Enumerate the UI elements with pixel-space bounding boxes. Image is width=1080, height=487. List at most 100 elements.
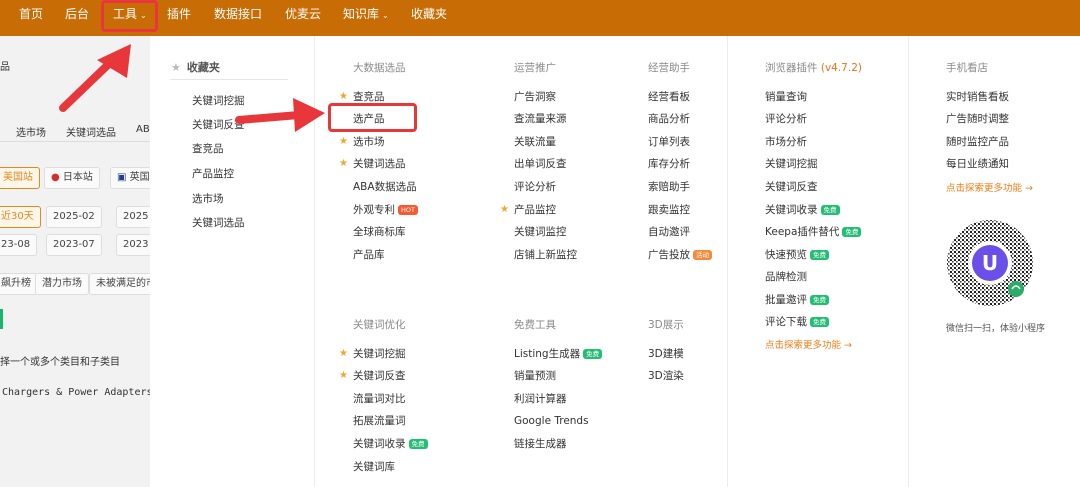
svg-text:U: U	[982, 251, 998, 275]
menu-item-design-patent[interactable]: 外观专利 HOT	[353, 203, 418, 217]
menu-item-keyword-library[interactable]: 关键词库	[353, 460, 395, 474]
menu-item-related-traffic[interactable]: 关联流量	[514, 135, 556, 149]
star-icon: ★	[500, 204, 509, 215]
menu-item-product-analysis[interactable]: 商品分析	[648, 112, 690, 126]
date-chip[interactable]: 2023-07	[46, 234, 102, 256]
menu-item-claim-assistant[interactable]: 索赔助手	[648, 180, 690, 194]
plugin-explore-more-link[interactable]: 点击探索更多功能 →	[765, 337, 852, 351]
favorite-item[interactable]: 产品监控	[192, 167, 234, 181]
favorite-item[interactable]: 关键词选品	[192, 216, 245, 230]
favorite-item[interactable]: 查竞品	[192, 142, 224, 156]
menu-item-listing-generator[interactable]: Listing生成器 免费	[514, 347, 603, 361]
chevron-down-icon: ⌄	[382, 11, 389, 20]
section-title-biz: 经营助手	[648, 62, 690, 74]
star-icon: ★	[339, 158, 348, 169]
plugin-item-keepa-alternative[interactable]: Keepa插件替代 免费	[765, 225, 862, 239]
site-chip[interactable]: 美国站	[0, 167, 40, 189]
menu-item-follow-sell-monitor[interactable]: 跟卖监控	[648, 203, 690, 217]
menu-item-traffic-source[interactable]: 查流量来源	[514, 112, 567, 126]
plugin-item-quick-preview[interactable]: 快速预览 免费	[765, 248, 829, 262]
menu-item-ad-insight[interactable]: 广告洞察	[514, 90, 556, 104]
arrow-icon	[59, 44, 131, 112]
menu-item-keyword-mining[interactable]: ★ 关键词挖掘	[339, 347, 406, 361]
bg-tab[interactable]: 选市场	[16, 124, 46, 139]
arrow-icon	[235, 98, 325, 132]
menu-item-trademark[interactable]: 全球商标库	[353, 225, 406, 239]
menu-item-dashboard[interactable]: 经营看板	[648, 90, 690, 104]
date-chip[interactable]: 近30天	[0, 206, 41, 228]
mobile-item-daily-report[interactable]: 每日业绩通知	[946, 157, 1009, 171]
plugin-item-sales-query[interactable]: 销量查询	[765, 90, 807, 104]
star-icon: ★	[171, 61, 181, 74]
mobile-item-product-monitor[interactable]: 随时监控产品	[946, 135, 1009, 149]
plugin-item-keyword-index[interactable]: 关键词收录 免费	[765, 203, 840, 217]
menu-item-traffic-compare[interactable]: 流量词对比	[353, 392, 406, 406]
favorites-heading: ★ 收藏夹	[171, 61, 220, 74]
plugin-item-market-analysis[interactable]: 市场分析	[765, 135, 807, 149]
menu-item-order-list[interactable]: 订单列表	[648, 135, 690, 149]
nav-youmaiyun[interactable]: 优麦云	[285, 0, 321, 36]
free-badge: 免费	[810, 250, 829, 260]
menu-item-order-keyword[interactable]: 出单词反查	[514, 157, 567, 171]
divider	[908, 36, 909, 487]
filter-chip[interactable]: 潜力市场	[35, 273, 89, 295]
menu-item-keyword-reverse[interactable]: ★ 关键词反查	[339, 369, 406, 383]
menu-item-keyword-select[interactable]: ★ 关键词选品	[339, 157, 406, 171]
menu-item-google-trends[interactable]: Google Trends	[514, 414, 589, 428]
qr-code-icon: U	[947, 220, 1033, 306]
free-badge: 免费	[810, 317, 829, 327]
highlight-box-select-product	[328, 103, 417, 132]
menu-item-product-library[interactable]: 产品库	[353, 248, 385, 262]
favorite-item[interactable]: 选市场	[192, 192, 224, 206]
menu-item-ad-campaign[interactable]: 广告投放 活动	[648, 248, 712, 262]
nav-plugin[interactable]: 插件	[167, 0, 191, 36]
plugin-item-batch-review-request[interactable]: 批量邀评 免费	[765, 293, 829, 307]
menu-item-inventory-analysis[interactable]: 库存分析	[648, 157, 690, 171]
nav-backend[interactable]: 后台	[65, 0, 89, 36]
plugin-item-review-download[interactable]: 评论下载 免费	[765, 315, 829, 329]
menu-item-keyword-monitor[interactable]: 关键词监控	[514, 225, 567, 239]
date-chip[interactable]: 23-08	[0, 234, 38, 256]
menu-item-auto-review-request[interactable]: 自动邀评	[648, 225, 690, 239]
menu-item-link-generator[interactable]: 链接生成器	[514, 437, 567, 451]
menu-item-store-new-monitor[interactable]: 店铺上新监控	[514, 248, 577, 262]
filter-chip[interactable]: 未被满足的市	[89, 273, 150, 295]
nav-knowledge[interactable]: 知识库 ⌄	[343, 0, 389, 36]
bg-tab[interactable]: AB	[136, 124, 150, 135]
plugin-item-keyword-mining[interactable]: 关键词挖掘	[765, 157, 818, 171]
menu-item-competitor[interactable]: ★ 查竞品	[339, 90, 385, 104]
divider	[170, 79, 288, 80]
star-icon: ★	[339, 370, 348, 381]
site-chip[interactable]: ● 日本站	[44, 167, 100, 189]
menu-item-select-market[interactable]: ★ 选市场	[339, 135, 385, 149]
date-chip[interactable]: 2025	[116, 206, 150, 228]
menu-item-keyword-index[interactable]: 关键词收录 免费	[353, 437, 428, 451]
bg-green-marker	[0, 309, 3, 329]
bg-tab[interactable]: 关键词选品	[66, 124, 116, 139]
menu-item-3d-modeling[interactable]: 3D建模	[648, 347, 684, 361]
nav-home[interactable]: 首页	[19, 0, 43, 36]
mobile-item-sales-board[interactable]: 实时销售看板	[946, 90, 1009, 104]
star-icon: ★	[339, 136, 348, 147]
section-title-plugin: 浏览器插件 (v4.7.2)	[765, 62, 862, 74]
plugin-item-brand-check[interactable]: 品牌检测	[765, 270, 807, 284]
menu-item-profit-calculator[interactable]: 利润计算器	[514, 392, 567, 406]
nav-favorites[interactable]: 收藏夹	[411, 0, 447, 36]
nav-data-api[interactable]: 数据接口	[214, 0, 262, 36]
plugin-item-keyword-reverse[interactable]: 关键词反查	[765, 180, 818, 194]
menu-item-review-analysis[interactable]: 评论分析	[514, 180, 556, 194]
menu-item-expand-traffic[interactable]: 拓展流量词	[353, 414, 406, 428]
menu-item-aba[interactable]: ABA数据选品	[353, 180, 417, 194]
bg-category[interactable]: Chargers & Power Adapters (充	[2, 383, 150, 398]
section-title-free-tools: 免费工具	[514, 319, 556, 331]
mobile-item-ad-adjust[interactable]: 广告随时调整	[946, 112, 1009, 126]
date-chip[interactable]: 2023	[116, 234, 150, 256]
site-chip[interactable]: ▣ 英国	[110, 167, 150, 189]
menu-item-3d-render[interactable]: 3D渲染	[648, 369, 684, 383]
menu-item-sales-forecast[interactable]: 销量预测	[514, 369, 556, 383]
mobile-explore-more-link[interactable]: 点击探索更多功能 →	[946, 180, 1033, 194]
menu-item-product-monitor[interactable]: ★ 产品监控	[500, 203, 556, 217]
filter-chip[interactable]: 飙升榜	[0, 273, 38, 295]
date-chip[interactable]: 2025-02	[46, 206, 102, 228]
plugin-item-review-analysis[interactable]: 评论分析	[765, 112, 807, 126]
